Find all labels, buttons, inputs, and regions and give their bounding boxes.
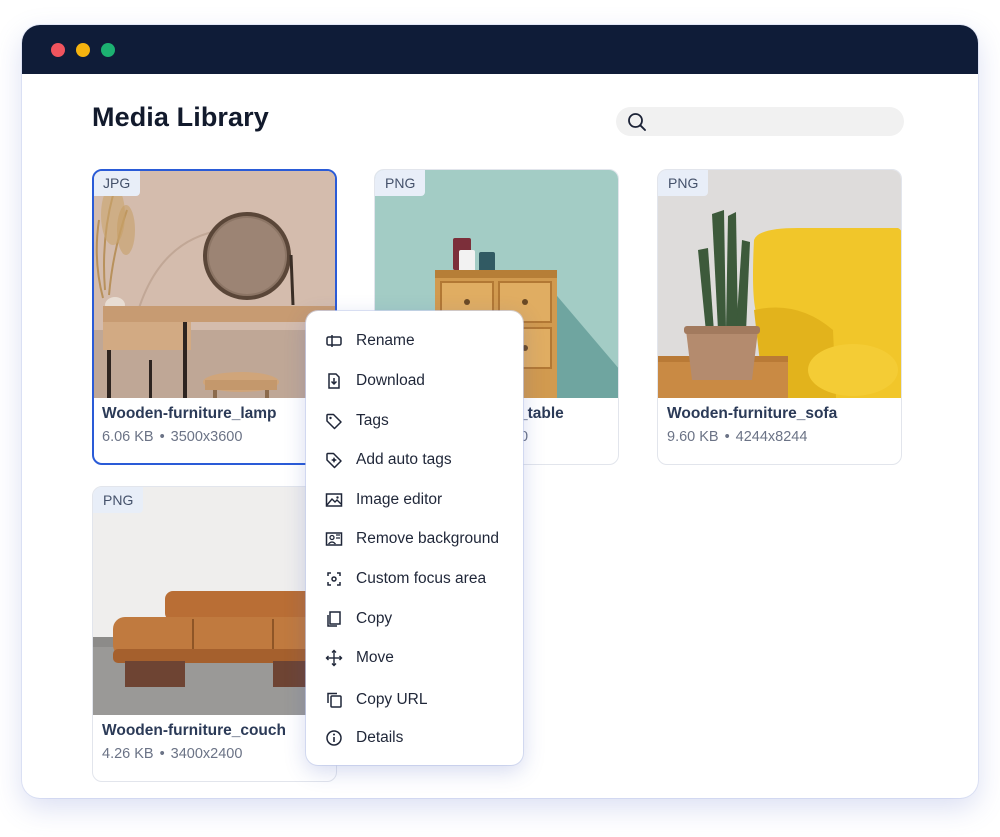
menu-item-add-auto-tags[interactable]: Add auto tags	[306, 445, 523, 475]
media-thumbnail	[94, 171, 335, 398]
menu-item-copy[interactable]: Copy	[306, 604, 523, 634]
media-meta: 4.26 KB • 3400x2400	[102, 746, 242, 762]
menu-item-label: Tags	[356, 412, 389, 429]
menu-item-tags[interactable]: Tags	[306, 406, 523, 436]
format-badge: PNG	[93, 487, 144, 513]
search-input[interactable]	[616, 107, 904, 136]
media-dimensions: 4244x8244	[735, 429, 808, 445]
menu-item-label: Remove background	[356, 530, 500, 547]
menu-item-download[interactable]: Download	[306, 366, 523, 396]
auto-tag-icon	[326, 452, 342, 469]
menu-item-label: Image editor	[356, 491, 443, 508]
meta-separator: •	[159, 429, 165, 445]
media-meta: 6.06 KB • 3500x3600	[102, 429, 242, 445]
menu-item-label: Move	[356, 649, 394, 666]
menu-item-move[interactable]: Move	[306, 643, 523, 673]
menu-item-remove-background[interactable]: Remove background	[306, 524, 523, 554]
meta-separator: •	[724, 429, 730, 445]
rename-icon	[326, 335, 342, 347]
menu-item-label: Add auto tags	[356, 451, 452, 468]
media-dimensions: 3500x3600	[170, 429, 243, 445]
media-thumbnail	[93, 487, 336, 715]
media-name: Wooden-furniture_couch	[102, 722, 286, 739]
menu-item-label: Copy URL	[356, 691, 428, 708]
media-size: 4.26 KB	[102, 746, 154, 762]
close-window-dot[interactable]	[51, 43, 65, 57]
title-bar	[22, 25, 978, 74]
download-icon	[328, 373, 340, 389]
media-card-sofa[interactable]: PNG Wooden-furniture_sofa 9.60 KB • 4244x8…	[657, 169, 902, 465]
media-size: 6.06 KB	[102, 429, 154, 445]
copy-icon	[327, 611, 341, 627]
meta-separator: •	[159, 746, 165, 762]
media-dimensions: 3400x2400	[170, 746, 243, 762]
page-title: Media Library	[92, 102, 269, 132]
media-meta: 9.60 KB • 4244x8244	[667, 429, 807, 445]
menu-item-label: Copy	[356, 610, 393, 627]
format-badge: JPG	[94, 171, 141, 196]
copy-url-icon	[327, 692, 342, 708]
tag-icon	[326, 413, 342, 430]
format-badge: PNG	[375, 170, 426, 196]
menu-item-label: Rename	[356, 332, 415, 349]
focus-area-icon	[327, 572, 341, 586]
menu-item-label: Custom focus area	[356, 570, 487, 587]
menu-item-image-editor[interactable]: Image editor	[306, 485, 523, 515]
search-icon	[628, 113, 646, 131]
menu-item-custom-focus-area[interactable]: Custom focus area	[306, 564, 523, 594]
media-thumbnail	[658, 170, 901, 398]
media-size: 9.60 KB	[667, 429, 719, 445]
media-name: Wooden-furniture_sofa	[667, 405, 838, 422]
media-name: Wooden-furniture_lamp	[102, 405, 277, 422]
context-menu: Rename Download Tags Add auto tags Image…	[306, 311, 523, 765]
menu-item-rename[interactable]: Rename	[306, 326, 523, 356]
menu-item-copy-url[interactable]: Copy URL	[306, 685, 523, 715]
info-icon	[326, 730, 342, 746]
menu-item-details[interactable]: Details	[306, 723, 523, 753]
media-card-couch[interactable]: PNG Wooden-furniture_couch 4.26 KB • 3400x…	[92, 486, 337, 782]
menu-item-label: Download	[356, 372, 425, 389]
move-icon	[325, 649, 343, 667]
maximize-window-dot[interactable]	[101, 43, 115, 57]
media-card-lamp[interactable]: JPG Wooden-furniture_lamp 6.06 KB • 3500x3…	[92, 169, 337, 465]
menu-item-label: Details	[356, 729, 404, 746]
minimize-window-dot[interactable]	[76, 43, 90, 57]
image-icon	[325, 493, 343, 507]
media-name: _table	[519, 405, 564, 422]
format-badge: PNG	[658, 170, 709, 196]
remove-background-icon	[325, 532, 343, 546]
